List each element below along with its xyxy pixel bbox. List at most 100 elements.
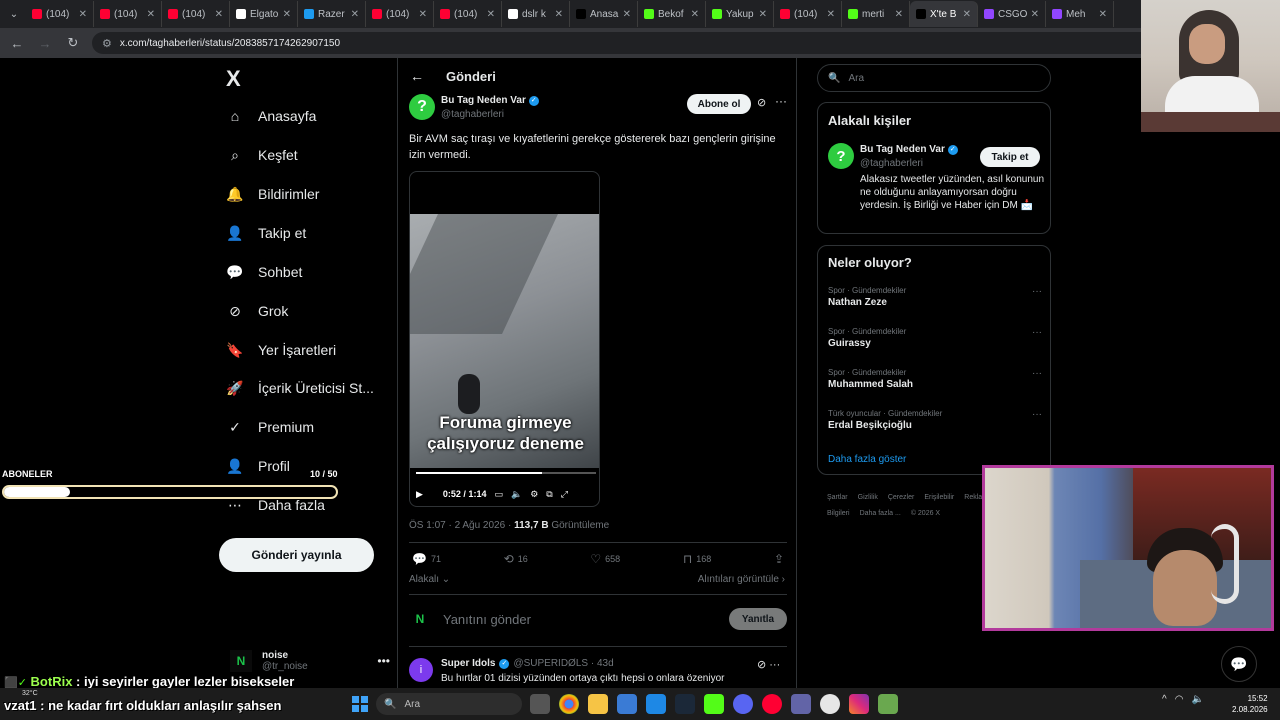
github-icon[interactable] — [820, 694, 840, 714]
nav-item[interactable]: 🔔 Bildirimler — [226, 179, 319, 209]
close-tab-icon[interactable]: ✕ — [827, 9, 835, 20]
browser-tab[interactable]: Anasa ✕ — [570, 1, 638, 27]
trend-item[interactable]: Spor · Gündemdekiler Guirassy ··· — [828, 327, 1042, 349]
close-tab-icon[interactable]: ✕ — [555, 9, 563, 20]
show-more-link[interactable]: Daha fazla göster — [828, 454, 906, 465]
discord-icon[interactable] — [733, 694, 753, 714]
follow-button[interactable]: Takip et — [980, 147, 1040, 167]
weather-widget[interactable]: 32°C — [22, 690, 38, 697]
settings-icon[interactable]: ⚙ — [530, 489, 538, 500]
close-tab-icon[interactable]: ✕ — [79, 9, 87, 20]
close-tab-icon[interactable]: ✕ — [895, 9, 903, 20]
bookmark-button[interactable]: ⊓ 168 — [683, 552, 711, 566]
volume-icon[interactable]: 🔈 — [511, 489, 522, 500]
store-icon[interactable] — [617, 694, 637, 714]
video-player[interactable]: Foruma girmeye çalışıyoruz deneme ▶ 0:52… — [409, 171, 600, 507]
browser-tab[interactable]: dslr k ✕ — [502, 1, 570, 27]
close-tab-icon[interactable]: ✕ — [623, 9, 631, 20]
close-tab-icon[interactable]: ✕ — [215, 9, 223, 20]
back-arrow-icon[interactable]: ← — [410, 68, 424, 84]
close-tab-icon[interactable]: ✕ — [759, 9, 767, 20]
close-tab-icon[interactable]: ✕ — [351, 9, 359, 20]
close-tab-icon[interactable]: ✕ — [283, 9, 291, 20]
related-avatar[interactable]: ? — [828, 143, 854, 169]
x-logo[interactable]: X — [226, 66, 241, 92]
back-icon[interactable]: ← — [8, 36, 26, 51]
minecraft-icon[interactable] — [878, 694, 898, 714]
nav-item[interactable]: 👤 Takip et — [226, 218, 306, 248]
browser-tab[interactable]: Elgato ✕ — [230, 1, 298, 27]
more-icon[interactable]: ··· — [1032, 368, 1042, 379]
share-button[interactable]: ⇪ — [774, 552, 784, 566]
wifi-icon[interactable]: ◠ — [1175, 694, 1184, 705]
nav-item[interactable]: ✓ Premium — [226, 412, 314, 442]
taskbar-search[interactable]: 🔍 Ara — [376, 693, 522, 715]
related-handle[interactable]: @taghaberleri — [860, 158, 923, 169]
reply-button[interactable]: 💬 71 — [412, 552, 441, 566]
author-avatar[interactable]: ? — [409, 94, 435, 120]
url-field[interactable]: ⚙ x.com/taghaberleri/status/208385717426… — [92, 32, 1152, 54]
site-info-icon[interactable]: ⚙ — [102, 37, 112, 50]
close-tab-icon[interactable]: ✕ — [147, 9, 155, 20]
browser-tab[interactable]: CSGO ✕ — [978, 1, 1046, 27]
browser-tab[interactable]: (104) ✕ — [94, 1, 162, 27]
browser-tab[interactable]: (104) ✕ — [774, 1, 842, 27]
like-button[interactable]: ♡ 658 — [590, 552, 620, 566]
nav-item[interactable]: ⌂ Anasayfa — [226, 101, 317, 131]
browser-tab[interactable]: Meh ✕ — [1046, 1, 1114, 27]
author-name[interactable]: Bu Tag Neden Var ✓ — [441, 95, 539, 106]
close-tab-icon[interactable]: ✕ — [1099, 9, 1107, 20]
start-icon[interactable] — [352, 696, 368, 712]
steam-icon[interactable] — [675, 694, 695, 714]
close-tab-icon[interactable]: ✕ — [963, 9, 971, 20]
post-timestamp[interactable]: ÖS 1:07 · 2 Ağu 2026 · — [409, 520, 514, 531]
trend-item[interactable]: Türk oyuncular · Gündemdekiler Erdal Beşi… — [828, 409, 1042, 431]
more-icon[interactable]: ··· — [1032, 409, 1042, 420]
close-tab-icon[interactable]: ✕ — [1031, 9, 1039, 20]
nav-item[interactable]: ⊘ Grok — [226, 296, 288, 326]
nav-item[interactable]: 🚀 İçerik Üreticisi St... — [226, 373, 374, 403]
account-switcher[interactable]: N noise @tr_noise ••• — [230, 644, 390, 678]
mail-icon[interactable] — [646, 694, 666, 714]
close-tab-icon[interactable]: ✕ — [419, 9, 427, 20]
related-name[interactable]: Bu Tag Neden Var ✓ — [860, 144, 958, 155]
more-icon[interactable]: ··· — [1032, 327, 1042, 338]
video-progress-bar[interactable] — [416, 472, 596, 474]
subscribe-button[interactable]: Abone ol — [687, 94, 751, 114]
forward-icon[interactable]: → — [36, 36, 54, 51]
more-icon[interactable]: ••• — [377, 654, 390, 668]
nav-item[interactable]: ⌕ Keşfet — [226, 140, 298, 170]
taskview-icon[interactable] — [530, 694, 550, 714]
view-quotes-link[interactable]: Alıntıları görüntüle › — [698, 574, 785, 585]
reply-more-icon[interactable]: ⊘ ··· — [757, 658, 780, 671]
footer-link[interactable]: Şartlar — [827, 494, 848, 501]
chat-bubble-icon[interactable]: 💬 — [1221, 646, 1257, 682]
reply-post[interactable]: i Super Idols ✓ @SUPERIDØLS · 43d Bu hırtl… — [409, 656, 789, 688]
tab-search-button[interactable]: ⌄ — [4, 4, 24, 24]
post-button[interactable]: Gönderi yayınla — [219, 538, 374, 572]
nav-item[interactable]: 🔖 Yer İşaretleri — [226, 335, 336, 365]
trend-item[interactable]: Spor · Gündemdekiler Muhammed Salah ··· — [828, 368, 1042, 390]
grok-icon[interactable]: ⊘ — [757, 96, 766, 109]
footer-link[interactable]: Gizlilik — [858, 494, 878, 501]
relevance-dropdown[interactable]: Alakalı ⌄ — [409, 574, 450, 585]
app-icon[interactable] — [704, 694, 724, 714]
reply-submit-button[interactable]: Yanıtla — [729, 608, 787, 630]
search-input[interactable]: 🔍 Ara — [817, 64, 1051, 92]
fullscreen-icon[interactable]: ⤢ — [561, 489, 568, 500]
folder-icon[interactable] — [588, 694, 608, 714]
more-icon[interactable]: ··· — [775, 94, 787, 108]
teams-icon[interactable] — [791, 694, 811, 714]
nav-item[interactable]: 💬 Sohbet — [226, 257, 302, 287]
footer-link[interactable]: Daha fazla ... — [860, 510, 901, 517]
footer-link[interactable]: Erişilebilir — [924, 494, 954, 501]
browser-tab[interactable]: (104) ✕ — [434, 1, 502, 27]
play-icon[interactable]: ▶ — [416, 489, 423, 500]
captions-icon[interactable]: ▭ — [494, 489, 503, 500]
more-icon[interactable]: ··· — [1032, 286, 1042, 297]
youtube-icon[interactable] — [762, 694, 782, 714]
reply-author[interactable]: Super Idols ✓ @SUPERIDØLS · 43d — [441, 658, 614, 669]
reply-input[interactable]: Yanıtını gönder — [443, 612, 531, 627]
browser-tab[interactable]: (104) ✕ — [366, 1, 434, 27]
browser-tab[interactable]: Bekof ✕ — [638, 1, 706, 27]
